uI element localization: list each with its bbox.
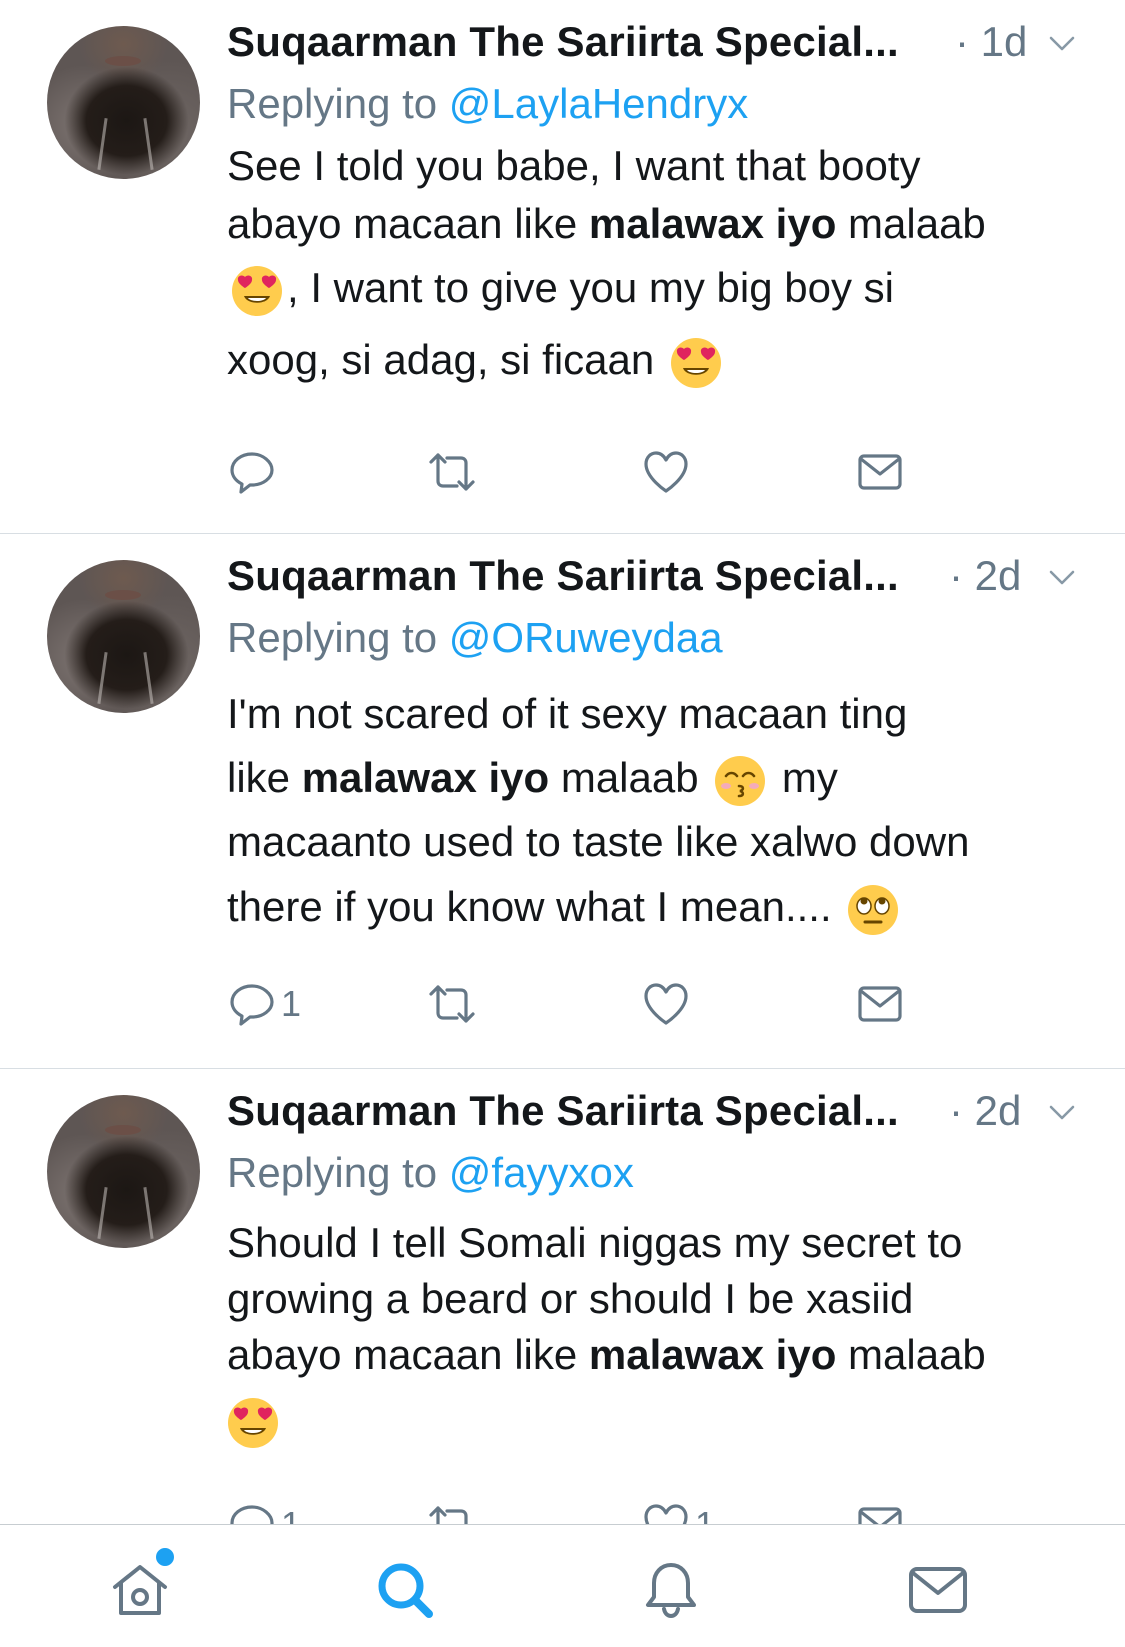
like-button[interactable]: 1: [641, 1497, 715, 1524]
tweet-line: I'm not scared of it sexy macaan ting: [227, 690, 908, 737]
author-name[interactable]: Suqaarman The Sariirta Special...: [227, 18, 899, 66]
replying-label: Replying to: [227, 1149, 438, 1196]
reply-icon: [230, 452, 274, 494]
author-name[interactable]: Suqaarman The Sariirta Special...: [227, 552, 899, 600]
reply-handle-link[interactable]: @LaylaHendryx: [449, 80, 748, 127]
heart-icon: [644, 1504, 688, 1524]
reply-button[interactable]: [227, 444, 281, 500]
tweet[interactable]: Suqaarman The Sariirta Special... · 1d R…: [0, 0, 1125, 534]
chevron-down-icon[interactable]: [1047, 1097, 1077, 1127]
tweet-actions: 1 1: [227, 1497, 1107, 1524]
timestamp[interactable]: · 2d: [949, 1087, 1021, 1135]
heart-eyes-emoji: [232, 265, 282, 316]
tweet-line: See I told you babe, I want that booty: [227, 142, 921, 189]
retweet-button[interactable]: [427, 1497, 481, 1524]
reply-button[interactable]: 1: [227, 976, 301, 1032]
like-count: 1: [695, 1504, 715, 1524]
chevron-down-icon[interactable]: [1047, 28, 1077, 58]
eye-roll-emoji: [848, 884, 899, 935]
avatar[interactable]: [47, 26, 200, 179]
tweet-line: xoog, si adag, si ficaan: [227, 324, 1107, 396]
chevron-down-icon[interactable]: [1047, 562, 1077, 592]
replying-to: Replying to @LaylaHendryx: [227, 80, 748, 128]
retweet-button[interactable]: [427, 444, 481, 500]
tweet-actions: 1: [227, 976, 1107, 1032]
tweet-line: abayo macaan like malawax iyo malaab: [227, 200, 986, 247]
timestamp[interactable]: · 2d: [949, 552, 1021, 600]
tweet-line: growing a beard or should I be xasiid: [227, 1275, 914, 1322]
reply-icon: [230, 984, 274, 1026]
tab-bar: [0, 1524, 1125, 1647]
notifications-icon: [646, 1563, 696, 1619]
tweet[interactable]: Suqaarman The Sariirta Special... · 2d R…: [0, 534, 1125, 1069]
like-button[interactable]: [641, 976, 695, 1032]
tweet-line: like malawax iyo malaab my: [227, 746, 1107, 810]
tweet-line: Should I tell Somali niggas my secret to: [227, 1219, 963, 1266]
new-content-indicator: [153, 1545, 177, 1569]
tab-messages[interactable]: [903, 1555, 973, 1625]
reply-icon: [230, 1505, 274, 1524]
reply-button[interactable]: 1: [227, 1497, 301, 1524]
envelope-icon: [858, 1507, 902, 1524]
direct-message-button[interactable]: [855, 1497, 905, 1524]
tweet-text: I'm not scared of it sexy macaan ting li…: [227, 682, 1107, 940]
avatar[interactable]: [47, 1095, 200, 1248]
tab-search[interactable]: [370, 1555, 440, 1625]
replying-to: Replying to @ORuweydaa: [227, 614, 723, 662]
tweet-text: Should I tell Somali niggas my secret to…: [227, 1215, 1107, 1457]
avatar[interactable]: [47, 560, 200, 713]
timestamp[interactable]: · 1d: [955, 18, 1027, 66]
direct-message-button[interactable]: [855, 444, 905, 500]
kissing-emoji: [715, 755, 766, 806]
retweet-icon: [429, 1506, 468, 1524]
tab-home[interactable]: [105, 1545, 177, 1625]
heart-icon: [644, 451, 688, 493]
replying-label: Replying to: [227, 80, 438, 127]
heart-eyes-emoji: [670, 337, 721, 388]
reply-handle-link[interactable]: @fayyxox: [449, 1149, 634, 1196]
direct-message-button[interactable]: [855, 976, 905, 1032]
tweet-line: there if you know what I mean....: [227, 874, 1107, 940]
envelope-icon: [858, 986, 902, 1022]
tweet-line: [227, 1383, 1107, 1457]
messages-icon: [909, 1567, 967, 1613]
retweet-icon: [429, 985, 475, 1023]
envelope-icon: [858, 454, 902, 490]
tweet-line: , I want to give you my big boy si: [227, 252, 1107, 324]
tweet-text: See I told you babe, I want that booty a…: [227, 136, 1107, 396]
tweet-line: macaanto used to taste like xalwo down: [227, 818, 970, 865]
tweet[interactable]: Suqaarman The Sariirta Special... · 2d R…: [0, 1069, 1125, 1524]
search-icon: [378, 1563, 433, 1618]
timeline: Suqaarman The Sariirta Special... · 1d R…: [0, 0, 1125, 1524]
replying-label: Replying to: [227, 614, 438, 661]
retweet-button[interactable]: [427, 976, 481, 1032]
tweet-line: abayo macaan like malawax iyo malaab: [227, 1331, 986, 1378]
heart-icon: [644, 983, 688, 1025]
replying-to: Replying to @fayyxox: [227, 1149, 634, 1197]
reply-count: 1: [281, 1504, 301, 1524]
heart-eyes-emoji: [228, 1397, 278, 1448]
like-button[interactable]: [641, 444, 695, 500]
tab-notifications[interactable]: [636, 1555, 706, 1625]
retweet-icon: [429, 453, 475, 491]
author-name[interactable]: Suqaarman The Sariirta Special...: [227, 1087, 899, 1135]
tweet-actions: [227, 444, 1107, 500]
reply-handle-link[interactable]: @ORuweydaa: [449, 614, 723, 661]
reply-count: 1: [281, 983, 302, 1024]
